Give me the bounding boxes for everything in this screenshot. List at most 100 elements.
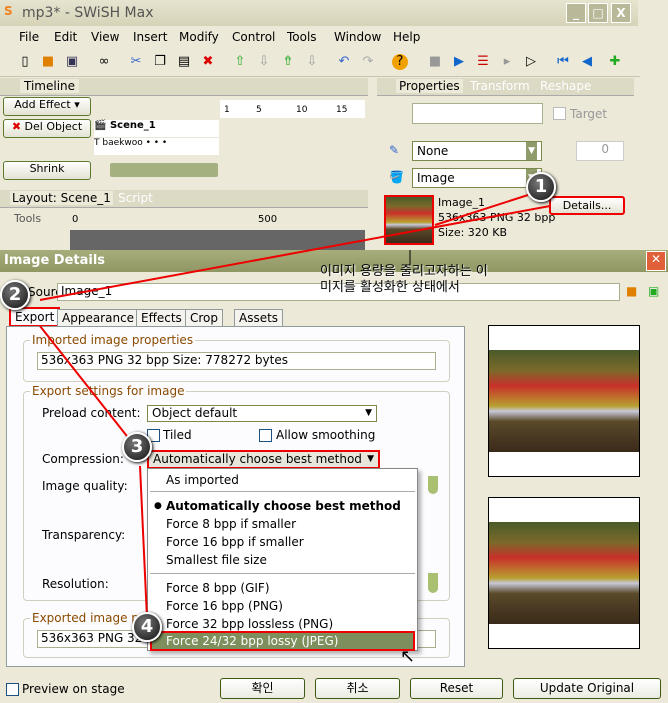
object-name-input[interactable] — [412, 103, 543, 124]
step-badge-1: 1 — [526, 172, 556, 202]
details-button[interactable]: Details... — [549, 196, 625, 215]
tab-assets[interactable]: Assets — [234, 309, 284, 327]
rewind-icon[interactable]: ⏮ — [555, 54, 571, 70]
image-info: 536x363 PNG 32 bpp — [438, 211, 556, 224]
fill-bucket-icon: 🪣 — [389, 170, 404, 184]
reset-button[interactable]: Reset — [410, 678, 503, 699]
menu-modify[interactable]: Modify — [179, 30, 219, 44]
tab-layout[interactable]: Layout: Scene_1 — [10, 191, 113, 205]
shrink-button[interactable]: Shrink — [3, 161, 91, 180]
timeline-row-text[interactable]: T baekwoo • • • — [94, 138, 219, 155]
help-icon[interactable]: ? — [392, 54, 408, 70]
send-back-icon[interactable]: ⇩ — [304, 54, 320, 70]
cancel-button[interactable]: 취소 — [315, 678, 400, 699]
ruler-tick: 10 — [296, 105, 308, 115]
tab-appearance[interactable]: Appearance — [57, 309, 140, 327]
menu-window[interactable]: Window — [334, 30, 381, 44]
target-checkbox[interactable] — [553, 107, 566, 120]
play-scene-icon[interactable]: ▷ — [523, 54, 539, 70]
menu-help[interactable]: Help — [393, 30, 420, 44]
preload-label: Preload content: — [42, 406, 141, 420]
tab-export[interactable]: Export — [9, 307, 61, 327]
line-width-input[interactable]: 0 — [576, 141, 624, 161]
move-up-icon[interactable]: ⇧ — [232, 54, 248, 70]
preview-icon[interactable]: ∞ — [96, 54, 112, 70]
play-effect-icon[interactable]: ▸ — [499, 54, 515, 70]
add-effect-button[interactable]: Add Effect ▾ — [3, 97, 91, 116]
menu-view[interactable]: View — [91, 30, 119, 44]
maximize-button[interactable]: □ — [588, 3, 608, 23]
image-quality-label: Image quality: — [42, 479, 128, 493]
play-icon[interactable]: ▶ — [451, 54, 467, 70]
resolution-slider[interactable] — [428, 573, 438, 593]
dialog-close-button[interactable]: ✕ — [646, 251, 666, 271]
update-original-button[interactable]: Update Original — [513, 678, 661, 699]
refresh-icon[interactable]: ▣ — [648, 284, 659, 298]
image-quality-slider[interactable] — [428, 476, 438, 494]
tab-reshape[interactable]: Reshape — [540, 79, 591, 93]
open-file-icon[interactable]: ■ — [626, 284, 637, 298]
delete-icon[interactable]: ✖ — [200, 54, 216, 70]
cut-icon[interactable]: ✂ — [128, 54, 144, 70]
paste-icon[interactable]: ▤ — [176, 54, 192, 70]
save-icon[interactable]: ▣ — [64, 54, 80, 70]
option-force-8bpp-smaller[interactable]: Force 8 bpp if smaller — [166, 515, 296, 533]
stop-icon[interactable]: ■ — [427, 54, 443, 70]
selected-bullet-icon: ● — [154, 501, 162, 511]
tab-properties[interactable]: Properties — [396, 79, 463, 93]
image-thumbnail[interactable] — [384, 195, 434, 245]
option-auto-best[interactable]: Automatically choose best method — [166, 497, 401, 515]
preload-select[interactable]: Object default ▼ — [147, 405, 377, 422]
bring-front-icon[interactable]: ⇮ — [280, 54, 296, 70]
stage-canvas[interactable] — [70, 230, 365, 250]
option-force-jpeg[interactable]: Force 24/32 bpp lossy (JPEG) — [150, 631, 415, 651]
move-down-icon[interactable]: ⇩ — [256, 54, 272, 70]
new-icon[interactable]: ▯ — [17, 54, 33, 70]
menu-file[interactable]: File — [19, 30, 39, 44]
export-settings-label: Export settings for image — [30, 384, 187, 398]
mouse-cursor-icon: ↖ — [400, 646, 416, 667]
redo-icon[interactable]: ↷ — [360, 54, 376, 70]
option-force-16bpp-png[interactable]: Force 16 bpp (PNG) — [166, 597, 283, 615]
del-object-button[interactable]: ✖ Del Object — [3, 119, 91, 138]
tools-label: Tools — [14, 212, 42, 225]
open-icon[interactable]: ■ — [40, 54, 56, 70]
tab-transform[interactable]: Transform — [470, 79, 530, 93]
option-as-imported[interactable]: As imported — [166, 471, 239, 489]
menu-control[interactable]: Control — [232, 30, 275, 44]
tab-script[interactable]: Script — [118, 191, 153, 205]
annotation-line: 이미지 용량을 줄리고자하는 이 — [320, 264, 488, 279]
fill-style-select[interactable]: Image▼ — [412, 168, 542, 188]
tab-timeline[interactable]: Timeline — [20, 79, 80, 93]
undo-icon[interactable]: ↶ — [336, 54, 352, 70]
exported-preview — [488, 497, 640, 649]
allow-smoothing-checkbox[interactable] — [259, 429, 272, 442]
pencil-icon: ✎ — [389, 143, 400, 157]
timeline-row-scene[interactable]: 🎬 Scene_1 — [94, 120, 219, 137]
menu-insert[interactable]: Insert — [133, 30, 167, 44]
preview-on-stage-checkbox[interactable] — [6, 683, 19, 696]
layout-ruler-tick: 500 — [258, 214, 278, 225]
timeline-ruler: 1 5 10 15 — [220, 100, 365, 118]
annotation-text: 이미지 용량을 줄리고자하는 이 미지를 활성화한 상태에서 — [320, 264, 488, 296]
tab-effects[interactable]: Effects — [136, 309, 187, 327]
add-scene-icon[interactable]: ✚ — [607, 54, 623, 70]
minimize-button[interactable]: _ — [566, 3, 586, 23]
option-smallest-file[interactable]: Smallest file size — [166, 551, 267, 569]
tab-crop[interactable]: Crop — [185, 309, 224, 327]
timeline-scrollbar[interactable] — [110, 163, 218, 177]
text-object-name: baekwoo — [102, 138, 143, 148]
step-back-icon[interactable]: ◀ — [579, 54, 595, 70]
compression-select[interactable]: Automatically choose best method ▼ — [147, 450, 380, 469]
menu-tools[interactable]: Tools — [287, 30, 317, 44]
copy-icon[interactable]: ❐ — [152, 54, 168, 70]
step-badge-3: 3 — [122, 432, 152, 462]
ok-button[interactable]: 확인 — [220, 678, 305, 699]
option-force-8bpp-gif[interactable]: Force 8 bpp (GIF) — [166, 579, 270, 597]
line-style-select[interactable]: None ▼ — [412, 141, 542, 161]
step-badge-4: 4 — [132, 612, 162, 642]
menu-edit[interactable]: Edit — [54, 30, 77, 44]
play-timeline-icon[interactable]: ☰ — [475, 54, 491, 70]
close-button[interactable]: X — [611, 3, 631, 23]
option-force-16bpp-smaller[interactable]: Force 16 bpp if smaller — [166, 533, 304, 551]
